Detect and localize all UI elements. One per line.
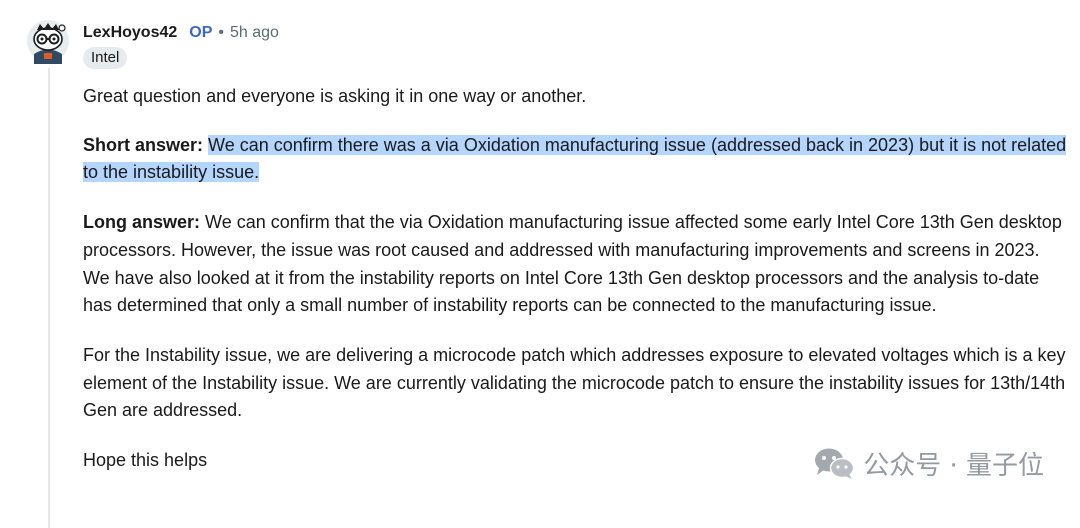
separator-dot: • — [218, 24, 224, 41]
avatar[interactable] — [26, 18, 70, 64]
highlighted-text: We can confirm there was a via Oxidation… — [83, 134, 1067, 183]
wechat-icon — [815, 448, 855, 479]
paragraph-long-answer: Long answer: We can confirm that the via… — [83, 209, 1068, 320]
op-badge: OP — [189, 24, 213, 41]
username-link[interactable]: LexHoyos42 — [83, 24, 177, 42]
long-answer-label: Long answer: — [83, 212, 201, 233]
watermark-text: 公众号 · 量子位 — [863, 450, 1044, 481]
paragraph-short-answer: Short answer: We can confirm there was a… — [83, 132, 1068, 187]
long-answer-text: We can confirm that the via Oxidation ma… — [83, 212, 1062, 316]
comment-meta: LexHoyos42 OP • 5h ago — [83, 22, 279, 44]
comment-body: Great question and everyone is asking it… — [83, 83, 1068, 497]
timestamp[interactable]: 5h ago — [230, 24, 279, 42]
user-flair: Intel — [83, 47, 128, 69]
short-answer-label: Short answer: — [83, 134, 204, 155]
thread-line[interactable] — [48, 68, 50, 528]
paragraph-intro: Great question and everyone is asking it… — [83, 86, 587, 106]
watermark: 公众号 · 量子位 — [813, 443, 1044, 483]
paragraph-instability: For the Instability issue, we are delive… — [83, 344, 1066, 421]
